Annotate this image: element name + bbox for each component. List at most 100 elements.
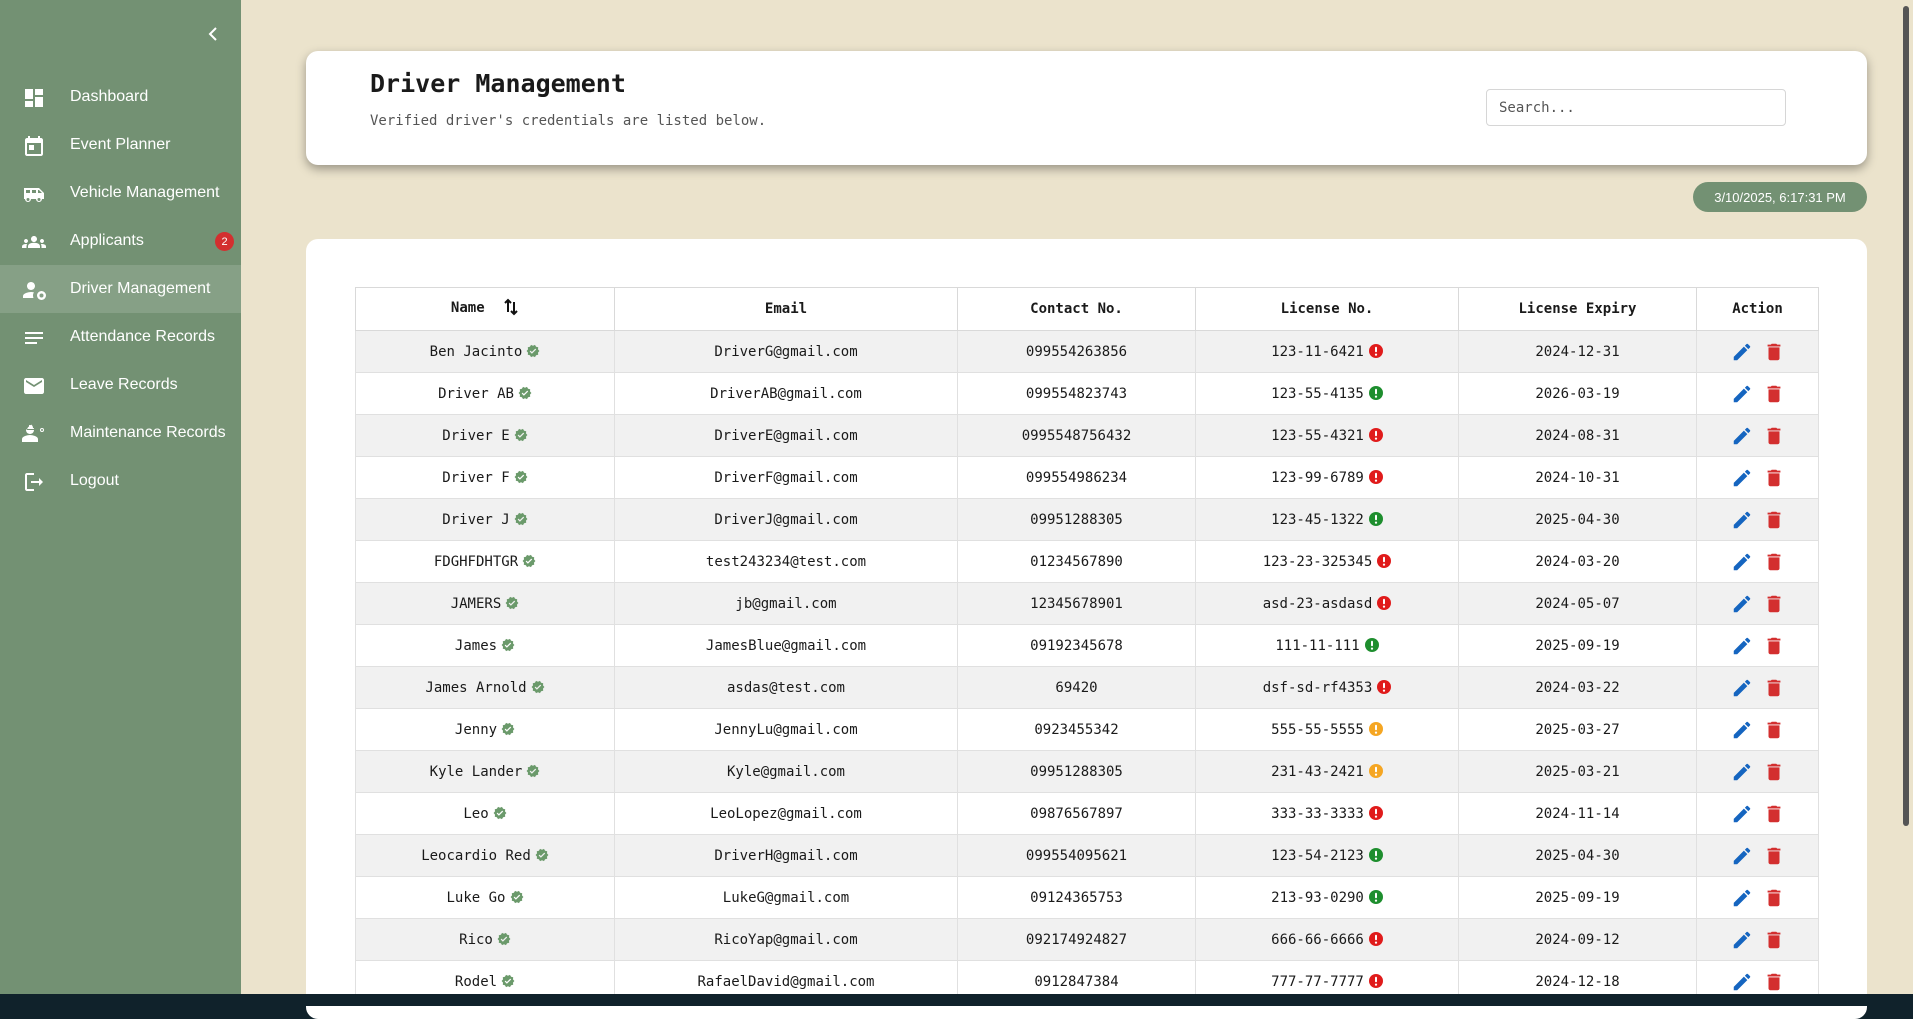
edit-icon[interactable]	[1731, 341, 1753, 363]
cell-contact: 099554986234	[957, 456, 1196, 499]
delete-icon[interactable]	[1763, 509, 1785, 531]
license-expiry: 2024-12-18	[1535, 973, 1620, 990]
edit-icon[interactable]	[1731, 929, 1753, 951]
sidebar-item-logout[interactable]: Logout	[0, 457, 241, 505]
delete-icon[interactable]	[1763, 425, 1785, 447]
cell-action	[1696, 708, 1819, 751]
verified-check-icon	[514, 470, 528, 484]
license-expiry: 2024-08-31	[1535, 427, 1620, 444]
edit-icon[interactable]	[1731, 551, 1753, 573]
driver-license: asd-23-asdasd	[1262, 595, 1373, 612]
edit-icon[interactable]	[1731, 887, 1753, 909]
sidebar-item-maintenance-records[interactable]: Maintenance Records	[0, 409, 241, 457]
license-expiry: 2025-09-19	[1535, 889, 1620, 906]
driver-contact: 099554263856	[1025, 343, 1128, 360]
driver-license: 123-45-1322	[1271, 511, 1364, 528]
cell-action	[1696, 750, 1819, 793]
cell-action	[1696, 582, 1819, 625]
sidebar-item-label: Event Planner	[70, 136, 171, 153]
edit-icon[interactable]	[1731, 971, 1753, 993]
cell-contact: 69420	[957, 666, 1196, 709]
cell-expiry: 2024-05-07	[1458, 582, 1697, 625]
driver-license: 123-54-2123	[1271, 847, 1364, 864]
driver-license: dsf-sd-rf4353	[1262, 679, 1373, 696]
search-input[interactable]	[1486, 89, 1786, 126]
cell-name: Driver AB	[355, 372, 615, 415]
sidebar-item-label: Logout	[70, 472, 119, 489]
sidebar-item-attendance-records[interactable]: Attendance Records	[0, 313, 241, 361]
cell-contact: 12345678901	[957, 582, 1196, 625]
edit-icon[interactable]	[1731, 383, 1753, 405]
column-header-name[interactable]: Name	[355, 287, 615, 331]
edit-icon[interactable]	[1731, 677, 1753, 699]
driver-license: 123-55-4135	[1271, 385, 1364, 402]
sidebar-item-leave-records[interactable]: Leave Records	[0, 361, 241, 409]
license-expiry: 2024-03-20	[1535, 553, 1620, 570]
sidebar-item-applicants[interactable]: Applicants 2	[0, 217, 241, 265]
column-header-action: Action	[1696, 287, 1819, 331]
cell-license: asd-23-asdasd	[1195, 582, 1459, 625]
cell-name: Driver F	[355, 456, 615, 499]
sidebar-item-label: Leave Records	[70, 376, 178, 393]
delete-icon[interactable]	[1763, 929, 1785, 951]
driver-name: Kyle Lander	[429, 763, 523, 780]
cell-name: Leo	[355, 792, 615, 835]
driver-contact: 12345678901	[1030, 595, 1123, 612]
edit-icon[interactable]	[1731, 425, 1753, 447]
edit-icon[interactable]	[1731, 845, 1753, 867]
delete-icon[interactable]	[1763, 845, 1785, 867]
driver-email: JamesBlue@gmail.com	[705, 637, 867, 654]
delete-icon[interactable]	[1763, 593, 1785, 615]
edit-icon[interactable]	[1731, 593, 1753, 615]
license-status-icon	[1368, 889, 1383, 904]
cell-action	[1696, 666, 1819, 709]
license-expiry: 2024-05-07	[1535, 595, 1620, 612]
delete-icon[interactable]	[1763, 341, 1785, 363]
edit-icon[interactable]	[1731, 803, 1753, 825]
driver-name: James Arnold	[425, 679, 527, 696]
sort-icon[interactable]	[503, 298, 519, 320]
delete-icon[interactable]	[1763, 719, 1785, 741]
edit-icon[interactable]	[1731, 719, 1753, 741]
edit-icon[interactable]	[1731, 761, 1753, 783]
scrollbar[interactable]	[1903, 6, 1909, 826]
license-status-icon	[1368, 931, 1383, 946]
driver-name: Driver E	[442, 427, 510, 444]
edit-icon[interactable]	[1731, 467, 1753, 489]
delete-icon[interactable]	[1763, 467, 1785, 489]
driver-contact: 01234567890	[1030, 553, 1123, 570]
edit-icon[interactable]	[1731, 635, 1753, 657]
cell-action	[1696, 498, 1819, 541]
delete-icon[interactable]	[1763, 803, 1785, 825]
driver-name: Jenny	[454, 721, 498, 738]
cell-name: Driver E	[355, 414, 615, 457]
cell-email: RicoYap@gmail.com	[614, 918, 958, 961]
list-icon	[22, 326, 46, 350]
chevron-left-icon[interactable]	[201, 22, 225, 46]
driver-contact: 09192345678	[1030, 637, 1123, 654]
delete-icon[interactable]	[1763, 383, 1785, 405]
cell-name: Jenny	[355, 708, 615, 751]
driver-email: Kyle@gmail.com	[726, 763, 845, 780]
driver-contact: 099554095621	[1025, 847, 1128, 864]
delete-icon[interactable]	[1763, 887, 1785, 909]
delete-icon[interactable]	[1763, 971, 1785, 993]
delete-icon[interactable]	[1763, 635, 1785, 657]
sidebar-item-driver-management[interactable]: Driver Management	[0, 265, 241, 313]
driver-license: 231-43-2421	[1271, 763, 1364, 780]
edit-icon[interactable]	[1731, 509, 1753, 531]
driver-email: DriverAB@gmail.com	[710, 385, 862, 402]
driver-email: LeoLopez@gmail.com	[710, 805, 862, 822]
table-row: FDGHFDHTGR test243234@test.com 01234567890…	[355, 540, 1819, 583]
license-status-icon	[1368, 343, 1383, 358]
cell-name: FDGHFDHTGR	[355, 540, 615, 583]
sidebar-item-dashboard[interactable]: Dashboard	[0, 73, 241, 121]
driver-email: test243234@test.com	[705, 553, 867, 570]
delete-icon[interactable]	[1763, 677, 1785, 699]
sidebar-item-event-planner[interactable]: Event Planner	[0, 121, 241, 169]
cell-action	[1696, 792, 1819, 835]
delete-icon[interactable]	[1763, 761, 1785, 783]
driver-email: JennyLu@gmail.com	[714, 721, 858, 738]
sidebar-item-vehicle-management[interactable]: Vehicle Management	[0, 169, 241, 217]
delete-icon[interactable]	[1763, 551, 1785, 573]
